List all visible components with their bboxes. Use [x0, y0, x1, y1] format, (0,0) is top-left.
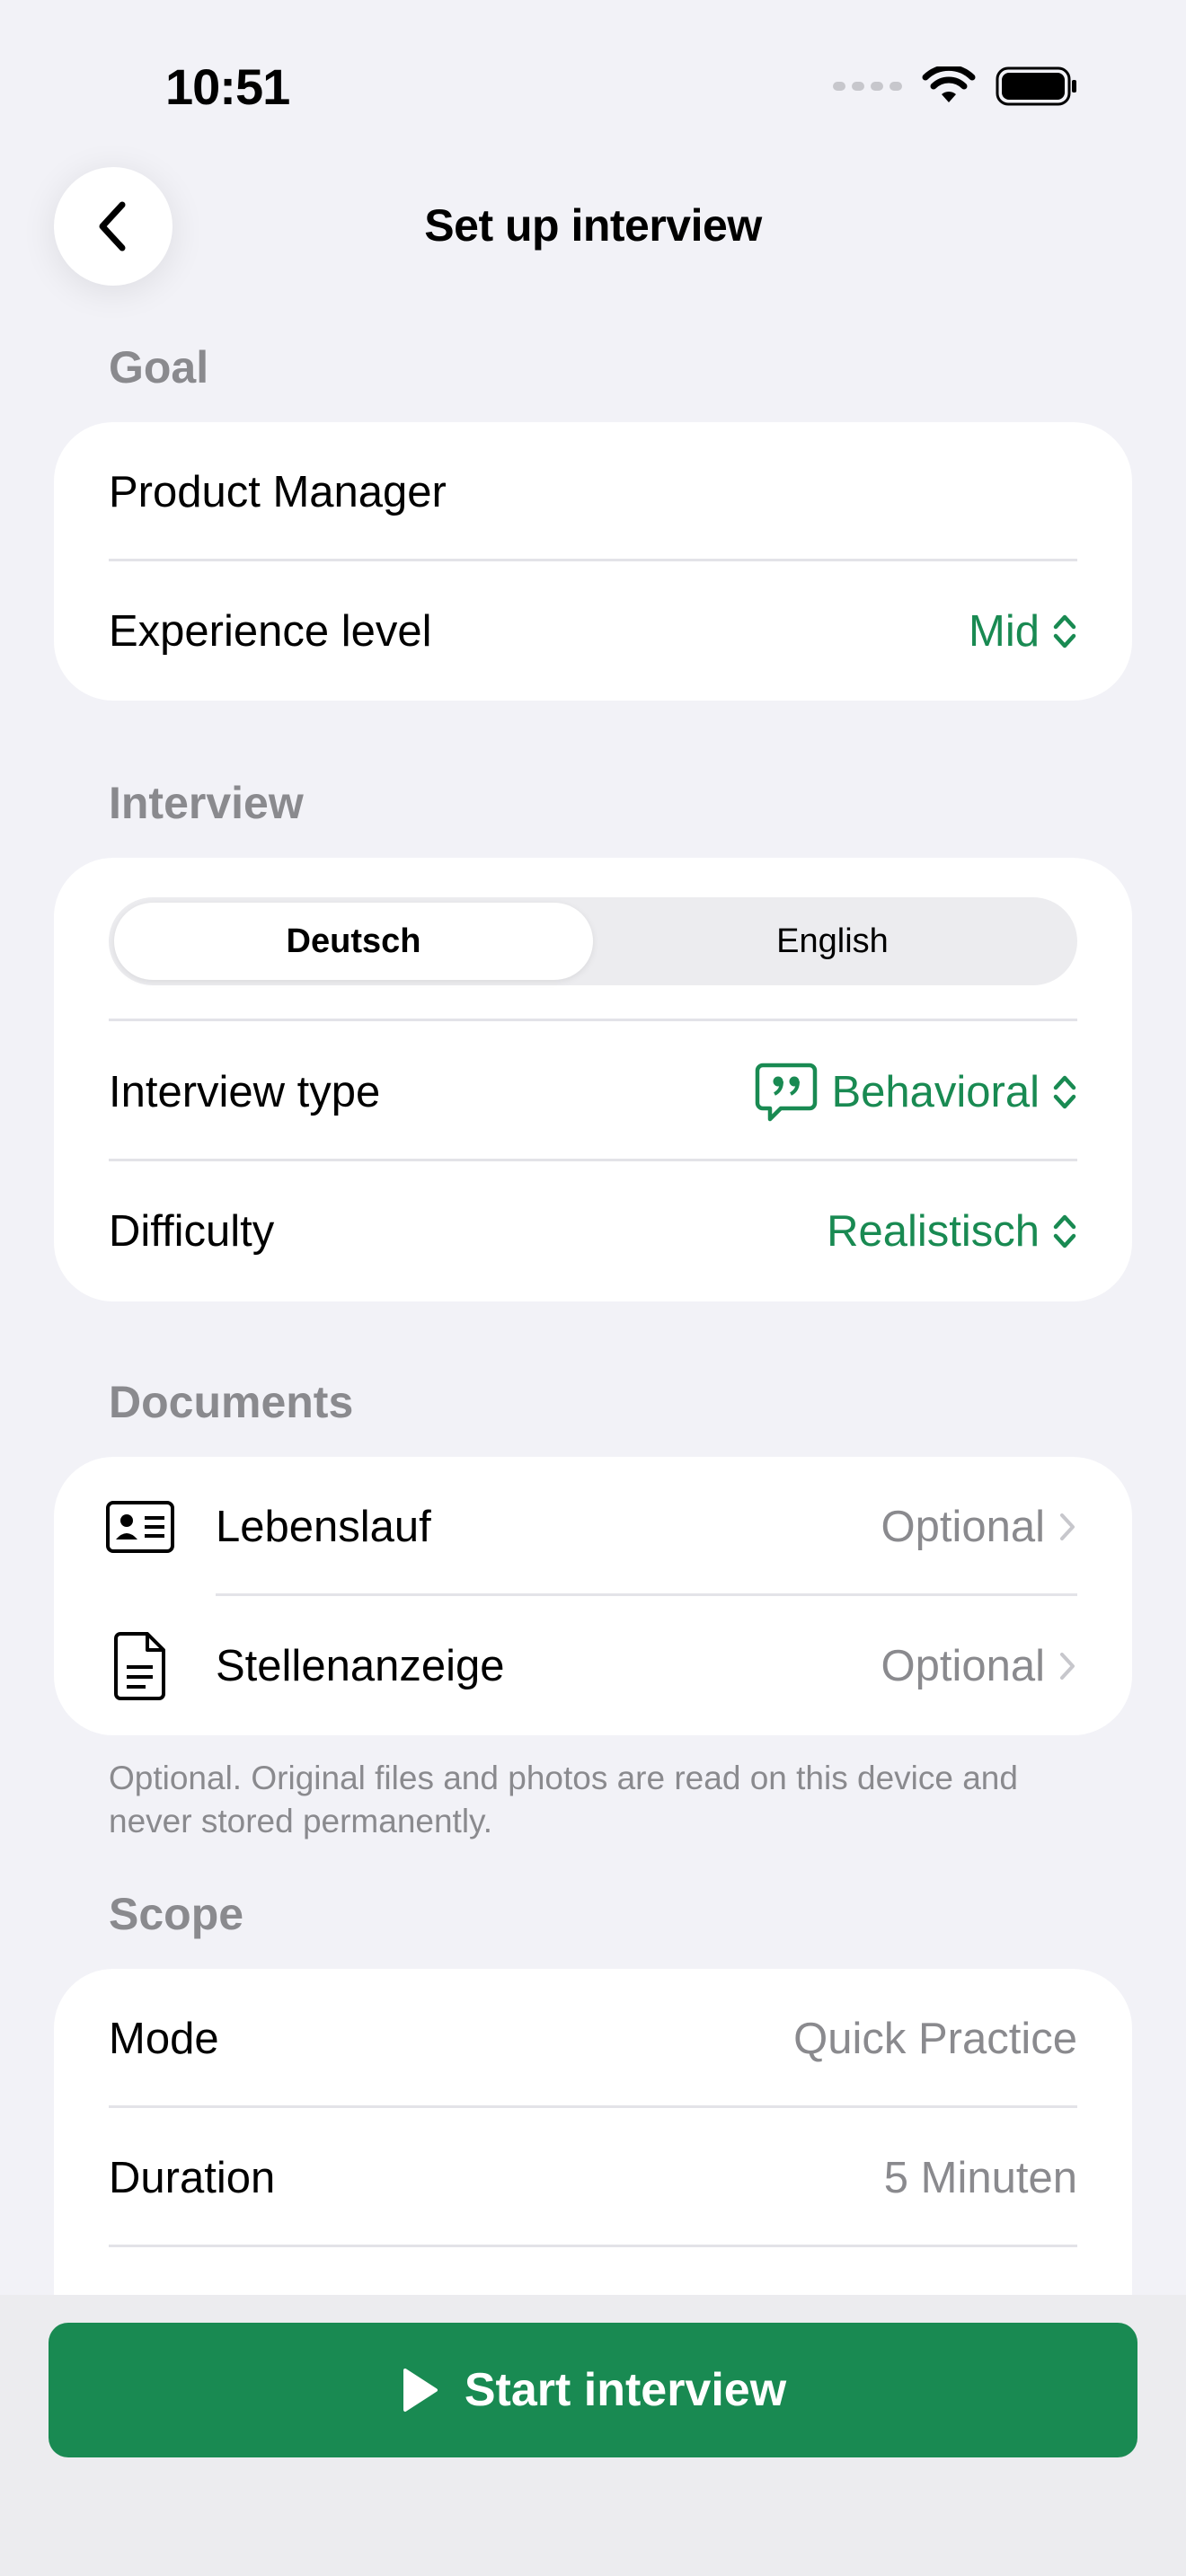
start-interview-button[interactable]: Start interview — [49, 2323, 1137, 2457]
duration-label: Duration — [109, 2154, 276, 2202]
interview-type-picker[interactable]: Behavioral — [754, 1062, 1077, 1123]
start-interview-label: Start interview — [464, 2364, 787, 2416]
id-card-icon — [104, 1491, 176, 1563]
chevron-right-icon — [1060, 1653, 1075, 1680]
mode-value: Quick Practice — [793, 2015, 1077, 2063]
documents-footnote: Optional. Original files and photos are … — [109, 1760, 1018, 1839]
mode-label: Mode — [109, 2015, 219, 2063]
screen: 10:51 Set up interview Goal Product Mana… — [0, 0, 1186, 2576]
cellular-signal-icon — [833, 82, 902, 91]
document-row-lebenslauf[interactable]: Lebenslauf Optional — [216, 1457, 1077, 1597]
document-icon — [104, 1630, 176, 1702]
play-icon — [403, 2369, 438, 2412]
experience-level-picker[interactable]: Mid — [969, 606, 1077, 657]
experience-level-label: Experience level — [109, 607, 432, 656]
role-value: Product Manager — [109, 468, 447, 516]
difficulty-picker[interactable]: Realistisch — [827, 1206, 1077, 1257]
interview-card: Deutsch English Interview type Behaviora… — [54, 858, 1132, 1301]
document-status: Optional — [881, 1502, 1077, 1552]
document-status: Optional — [881, 1641, 1077, 1691]
document-label: Lebenslauf — [216, 1503, 431, 1551]
section-header-interview: Interview — [109, 778, 304, 828]
divider — [109, 2245, 1077, 2247]
document-status-text: Optional — [881, 1642, 1045, 1690]
experience-level-value: Mid — [969, 607, 1040, 656]
section-header-goal: Goal — [109, 342, 209, 393]
mode-row[interactable]: Mode Quick Practice — [109, 1969, 1077, 2109]
status-icons — [833, 63, 1078, 110]
duration-row[interactable]: Duration 5 Minuten — [109, 2108, 1077, 2248]
difficulty-row[interactable]: Difficulty Realistisch — [109, 1161, 1077, 1301]
wifi-icon — [922, 66, 976, 102]
language-segmented-control[interactable]: Deutsch English — [109, 897, 1077, 985]
section-header-scope: Scope — [109, 1889, 244, 1939]
document-status-text: Optional — [881, 1503, 1045, 1551]
document-row-stellenanzeige[interactable]: Stellenanzeige Optional — [216, 1596, 1077, 1735]
document-label: Stellenanzeige — [216, 1642, 505, 1690]
chevron-up-down-icon — [1053, 1075, 1076, 1109]
chevron-up-down-icon — [1053, 1214, 1076, 1248]
difficulty-label: Difficulty — [109, 1207, 275, 1256]
segment-english[interactable]: English — [593, 903, 1072, 980]
role-row[interactable]: Product Manager — [109, 422, 1077, 562]
battery-icon — [996, 66, 1076, 106]
interview-type-value: Behavioral — [831, 1068, 1040, 1116]
goal-card: Product Manager Experience level Mid — [54, 422, 1132, 701]
status-time: 10:51 — [165, 58, 290, 115]
segment-deutsch[interactable]: Deutsch — [114, 903, 593, 980]
interview-type-row[interactable]: Interview type Behavioral — [109, 1022, 1077, 1162]
interview-type-label: Interview type — [109, 1068, 381, 1116]
duration-value: 5 Minuten — [883, 2154, 1077, 2202]
chevron-right-icon — [1060, 1513, 1075, 1540]
experience-level-row[interactable]: Experience level Mid — [109, 561, 1077, 701]
quote-bubble-icon — [756, 1063, 818, 1122]
documents-card: Lebenslauf Optional Stellenanzeige Optio… — [54, 1457, 1132, 1735]
page-title: Set up interview — [424, 200, 762, 251]
chevron-up-down-icon — [1053, 614, 1076, 648]
difficulty-value: Realistisch — [827, 1207, 1040, 1256]
divider — [109, 1019, 1077, 1021]
section-header-documents: Documents — [109, 1377, 354, 1427]
